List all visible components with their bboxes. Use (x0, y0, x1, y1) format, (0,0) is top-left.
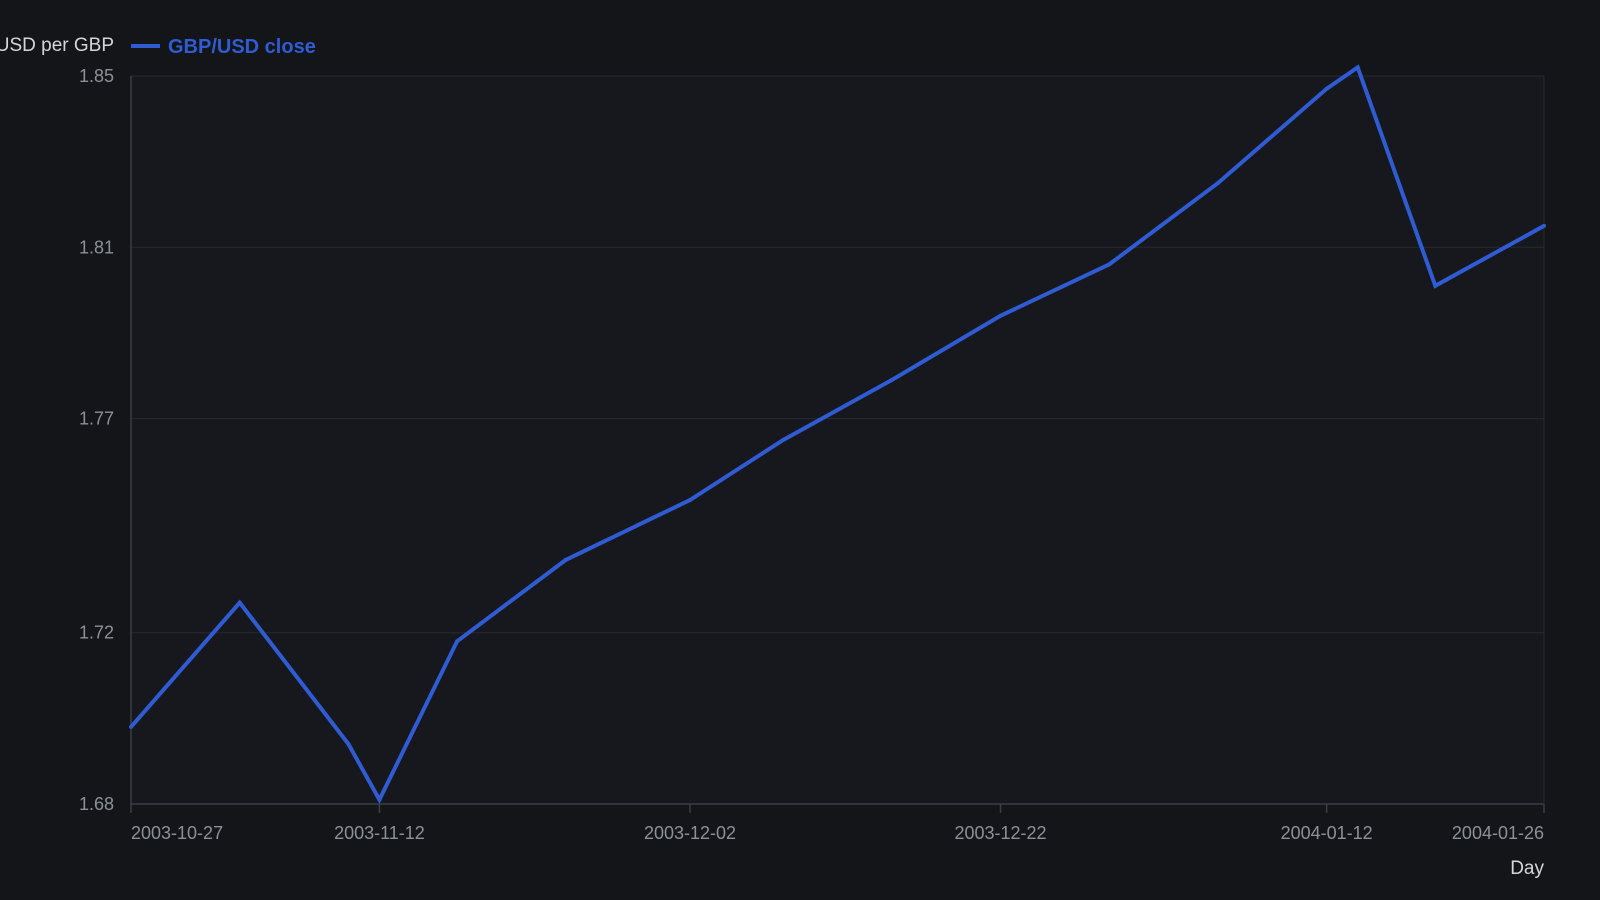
data-point (346, 742, 351, 746)
legend-label: GBP/USD close (168, 36, 316, 58)
x-tick-label: 2003-12-22 (954, 823, 1046, 843)
data-point (889, 378, 894, 382)
plot-area (131, 76, 1544, 804)
data-point (1215, 181, 1220, 186)
x-axis-title: Day (1510, 858, 1544, 879)
x-tick-label: 2003-11-12 (334, 823, 425, 843)
data-point (1355, 65, 1360, 70)
y-axis-title: USD per GBP (0, 35, 114, 56)
x-tick-label: 2004-01-26 (1452, 823, 1544, 843)
data-point (1107, 262, 1112, 267)
x-tick-label: 2003-10-27 (131, 823, 223, 843)
line-chart: 1.68 1.72 1.77 1.81 1.85 2003-10-27 2003-11-1… (0, 0, 1600, 900)
x-tick-label: 2003-12-02 (644, 823, 736, 843)
data-point (1324, 86, 1329, 91)
data-point (1542, 223, 1546, 228)
y-tick-label: 1.68 (79, 794, 114, 814)
data-point (237, 600, 242, 605)
data-point (455, 639, 460, 644)
data-point (563, 557, 568, 562)
y-tick-label: 1.77 (79, 409, 114, 429)
y-tick-label: 1.85 (79, 66, 114, 86)
data-point (1433, 283, 1438, 288)
data-point (998, 313, 1003, 318)
x-tick-label: 2004-01-12 (1281, 823, 1373, 843)
data-point (781, 438, 786, 442)
data-point (129, 724, 133, 729)
data-point (688, 498, 692, 502)
y-tick-label: 1.72 (79, 623, 114, 643)
y-tick-label: 1.81 (79, 237, 114, 257)
data-point (377, 797, 382, 802)
